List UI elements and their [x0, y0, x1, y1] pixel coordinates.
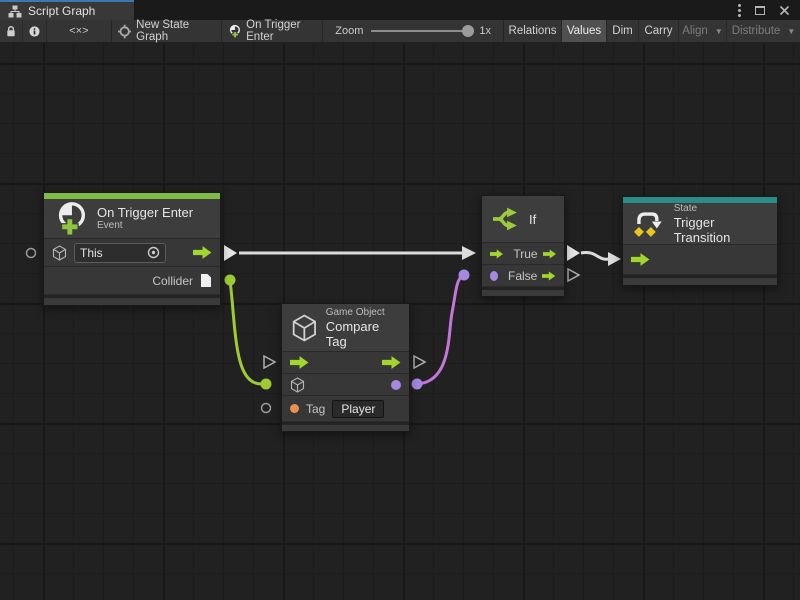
- code-view-button[interactable]: <×>: [47, 20, 112, 42]
- zoom-knob[interactable]: [462, 25, 474, 37]
- flow-arrow-icon[interactable]: [290, 356, 309, 369]
- tab-script-graph[interactable]: Script Graph: [0, 0, 134, 20]
- flow-arrow-icon[interactable]: [382, 356, 401, 369]
- relations-button[interactable]: Relations: [504, 20, 562, 42]
- collider-row: Collider: [44, 267, 220, 295]
- window-controls: [738, 0, 800, 20]
- info-icon: [29, 25, 40, 38]
- on-trigger-enter-mini-icon: [228, 23, 241, 39]
- node-trigger-transition[interactable]: State Trigger Transition: [622, 196, 778, 286]
- target-picker-icon[interactable]: [147, 246, 160, 259]
- node-title: Compare Tag: [326, 319, 400, 349]
- script-graph-window: Script Graph <×>: [0, 0, 800, 600]
- graph-context-label: On Trigger Enter: [246, 19, 316, 43]
- node-title: If: [529, 212, 536, 227]
- node-category: Game Object: [326, 307, 400, 319]
- gameobject-cube-icon: [52, 245, 67, 261]
- new-state-graph-icon: [118, 24, 131, 39]
- node-header: State Trigger Transition: [623, 203, 777, 245]
- zoom-slider[interactable]: [371, 30, 471, 32]
- target-row: This: [44, 239, 220, 267]
- new-state-graph-button[interactable]: New State Graph: [112, 20, 222, 42]
- node-header: Game Object Compare Tag: [282, 304, 409, 352]
- node-title: On Trigger Enter: [97, 205, 193, 220]
- compare-tag-cube-icon: [291, 313, 318, 343]
- zoom-value: 1x: [479, 25, 491, 37]
- flow-arrow-icon[interactable]: [542, 270, 556, 282]
- script-graph-icon: [8, 5, 22, 18]
- zoom-label: Zoom: [335, 25, 363, 37]
- graph-toolbar: <×> New State Graph On Trigger Enter Zoo…: [0, 20, 800, 43]
- graph-context-button[interactable]: On Trigger Enter: [222, 20, 323, 42]
- node-footer: [282, 422, 409, 431]
- flow-arrow-icon[interactable]: [631, 253, 650, 266]
- flow-arrow-icon[interactable]: [543, 248, 556, 260]
- trigger-transition-icon: [632, 209, 666, 239]
- true-label: True: [513, 247, 537, 261]
- flow-arrow-icon[interactable]: [193, 246, 212, 259]
- window-maximize-icon[interactable]: [755, 6, 765, 15]
- tag-port-dot[interactable]: [290, 404, 299, 413]
- node-header: If: [482, 196, 564, 243]
- flow-arrow-icon[interactable]: [490, 248, 503, 260]
- condition-port-dot[interactable]: [490, 271, 498, 281]
- code-icon: <×>: [69, 25, 88, 37]
- window-close-icon[interactable]: [779, 5, 790, 16]
- tab-bar: Script Graph: [0, 0, 800, 20]
- tag-label: Tag: [306, 402, 325, 416]
- node-footer: [623, 275, 777, 285]
- align-dropdown[interactable]: Align▼: [679, 20, 727, 42]
- collider-label: Collider: [152, 274, 193, 288]
- tag-row: Tag Player: [282, 396, 409, 422]
- node-footer: [482, 287, 564, 296]
- window-menu-icon[interactable]: [738, 4, 741, 17]
- chevron-down-icon: ▼: [787, 27, 795, 36]
- result-port-dot[interactable]: [391, 380, 401, 390]
- new-state-graph-label: New State Graph: [136, 19, 215, 43]
- node-category: State: [674, 203, 768, 215]
- info-button[interactable]: [23, 20, 47, 42]
- carry-button[interactable]: Carry: [639, 20, 679, 42]
- on-trigger-enter-icon: [53, 201, 89, 237]
- flow-row: [282, 352, 409, 374]
- gameobject-cube-icon: [290, 377, 305, 393]
- node-title: Trigger Transition: [674, 215, 768, 245]
- false-label: False: [508, 269, 537, 283]
- false-row: False: [482, 265, 564, 287]
- tab-title: Script Graph: [28, 4, 95, 18]
- distribute-dropdown[interactable]: Distribute▼: [727, 20, 800, 42]
- node-footer: [44, 295, 220, 305]
- dim-button[interactable]: Dim: [607, 20, 639, 42]
- zoom-control: Zoom 1x: [323, 20, 504, 42]
- node-if[interactable]: If True False: [481, 195, 565, 297]
- node-subtitle: Event: [97, 220, 193, 232]
- chevron-down-icon: ▼: [715, 27, 723, 36]
- collider-doc-icon[interactable]: [200, 273, 212, 288]
- node-compare-tag[interactable]: Game Object Compare Tag Tag Player: [281, 303, 410, 432]
- lock-icon: [6, 24, 16, 39]
- values-button[interactable]: Values: [562, 20, 607, 42]
- lock-button[interactable]: [0, 20, 23, 42]
- true-row: True: [482, 243, 564, 265]
- gameobject-row: [282, 374, 409, 396]
- this-dropdown[interactable]: This: [74, 243, 166, 263]
- flow-row: [623, 245, 777, 275]
- if-branch-icon: [491, 206, 521, 232]
- node-on-trigger-enter[interactable]: On Trigger Enter Event This Collider: [43, 192, 221, 306]
- tag-value-field[interactable]: Player: [332, 400, 384, 418]
- node-header: On Trigger Enter Event: [44, 199, 220, 239]
